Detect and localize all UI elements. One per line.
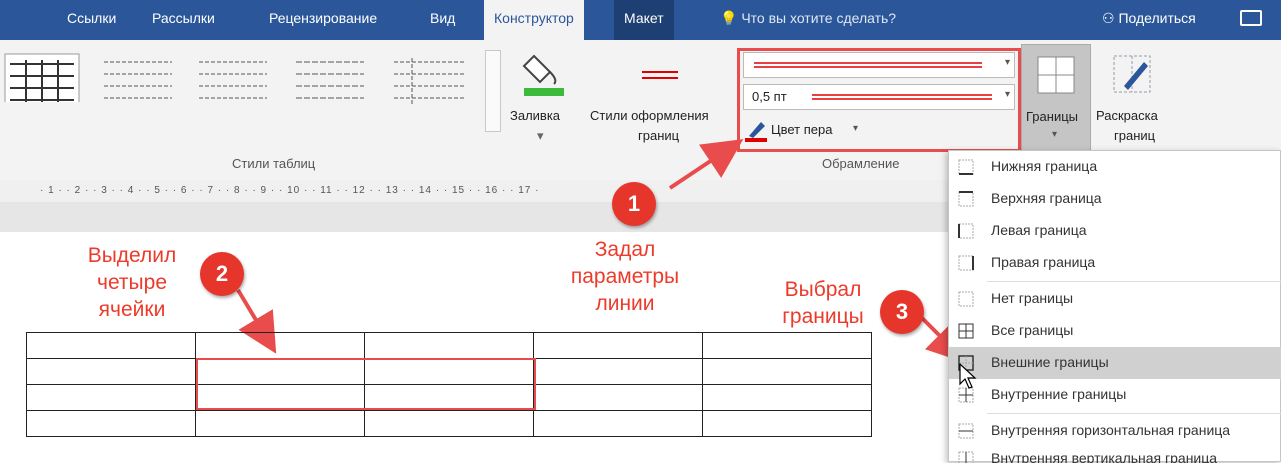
top-border-icon — [958, 191, 974, 207]
selection-highlight — [196, 358, 536, 410]
table-row — [26, 332, 872, 359]
menu-item-outside-borders[interactable]: Внешние границы — [949, 347, 1281, 379]
table-cell[interactable] — [26, 384, 196, 411]
menu-item-all-borders[interactable]: Все границы — [949, 315, 1281, 347]
menu-item-label: Правая граница — [991, 254, 1096, 270]
menu-item-top-border[interactable]: Верхняя граница — [949, 183, 1281, 215]
table-row — [26, 410, 872, 437]
menu-item-right-border[interactable]: Правая граница — [949, 247, 1281, 279]
menu-item-label: Внутренняя вертикальная граница — [991, 450, 1218, 463]
step-badge-2: 2 — [200, 252, 244, 296]
menu-item-label: Верхняя граница — [991, 190, 1102, 206]
menu-item-label: Внутренние границы — [991, 386, 1127, 402]
inside-horizontal-border-icon — [958, 423, 974, 439]
menu-item-label: Нижняя граница — [991, 158, 1098, 174]
table-cell[interactable] — [533, 358, 703, 385]
menu-item-left-border[interactable]: Левая граница — [949, 215, 1281, 247]
menu-item-label: Все границы — [991, 322, 1074, 338]
table-cell[interactable] — [364, 332, 534, 359]
menu-item-inside-vertical-border[interactable]: Внутренняя вертикальная граница — [949, 443, 1281, 463]
menu-item-label: Внешние границы — [991, 354, 1109, 370]
table-cell[interactable] — [364, 410, 534, 437]
inside-vertical-border-icon — [958, 451, 974, 463]
table-cell[interactable] — [26, 410, 196, 437]
step-badge-3: 3 — [880, 290, 924, 334]
menu-item-no-border[interactable]: Нет границы — [949, 283, 1281, 315]
table-cell[interactable] — [195, 332, 365, 359]
table-cell[interactable] — [702, 358, 872, 385]
table-cell[interactable] — [533, 332, 703, 359]
table-cell[interactable] — [702, 384, 872, 411]
menu-separator — [987, 281, 1281, 282]
menu-item-inside-borders[interactable]: Внутренние границы — [949, 379, 1281, 411]
menu-item-label: Левая граница — [991, 222, 1087, 238]
left-border-icon — [958, 223, 974, 239]
mouse-cursor-icon — [959, 362, 977, 389]
bottom-border-icon — [958, 159, 974, 175]
table-cell[interactable] — [26, 358, 196, 385]
menu-item-label: Внутренняя горизонтальная граница — [991, 422, 1231, 438]
table-cell[interactable] — [702, 332, 872, 359]
table-cell[interactable] — [26, 332, 196, 359]
table-cell[interactable] — [195, 410, 365, 437]
table-cell[interactable] — [533, 410, 703, 437]
arrow-1 — [668, 139, 744, 190]
right-border-icon — [958, 255, 974, 271]
step-badge-1: 1 — [612, 182, 656, 226]
no-border-icon — [958, 291, 974, 307]
table-cell[interactable] — [702, 410, 872, 437]
borders-dropdown-menu: Нижняя граница Верхняя граница Левая гра… — [948, 150, 1281, 463]
menu-separator — [987, 413, 1281, 414]
menu-item-bottom-border[interactable]: Нижняя граница — [949, 151, 1281, 183]
all-borders-icon — [958, 323, 974, 339]
table-cell[interactable] — [533, 384, 703, 411]
menu-item-label: Нет границы — [991, 290, 1074, 306]
